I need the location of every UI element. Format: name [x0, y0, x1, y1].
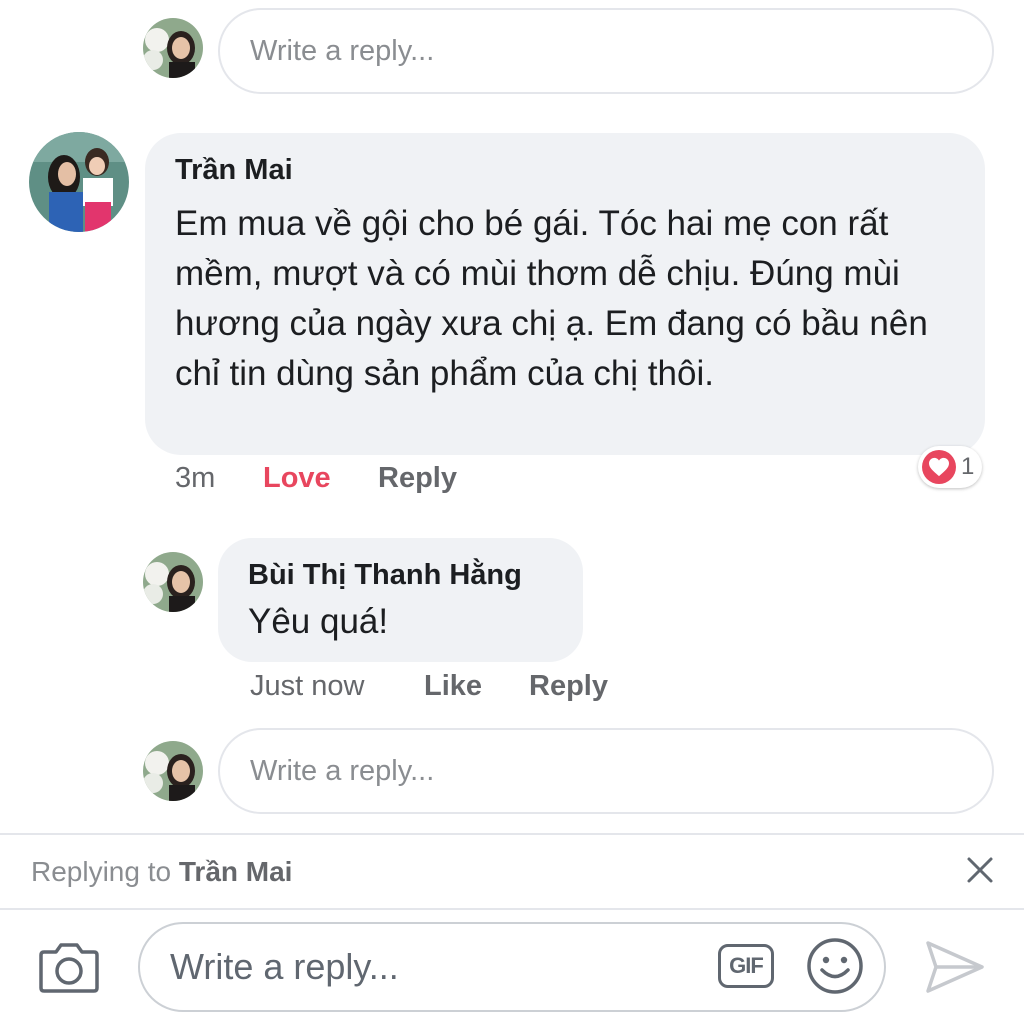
- reply-text: Yêu quá!: [248, 602, 389, 641]
- divider: [0, 908, 1024, 910]
- divider: [0, 833, 1024, 835]
- reply-like-button[interactable]: Like: [424, 670, 482, 703]
- camera-icon[interactable]: [38, 940, 100, 994]
- replying-to-prefix: Replying to: [31, 856, 172, 887]
- reply-reply-button[interactable]: Reply: [529, 670, 608, 703]
- reply-time: Just now: [250, 670, 365, 702]
- reply-input-placeholder: Write a reply...: [250, 34, 435, 67]
- avatar-photo: [29, 132, 129, 232]
- reply-author[interactable]: Bùi Thị Thanh Hằng: [248, 558, 553, 592]
- reaction-count: 1: [961, 453, 975, 480]
- current-user-avatar: [143, 741, 203, 801]
- send-icon[interactable]: [924, 938, 986, 996]
- gif-icon[interactable]: GIF: [718, 944, 774, 988]
- reaction-summary[interactable]: 1: [918, 446, 983, 488]
- reply-input-bottom[interactable]: Write a reply...: [218, 728, 994, 814]
- comment-reply-button[interactable]: Reply: [378, 462, 457, 495]
- replying-to-label: Replying to Trần Mai: [31, 856, 292, 888]
- avatar-photo: [143, 18, 203, 78]
- comment-bubble: Trần Mai Em mua về gội cho bé gái. Tóc h…: [145, 133, 985, 455]
- reply-input-top[interactable]: Write a reply...: [218, 8, 994, 94]
- comment-author[interactable]: Trần Mai: [175, 153, 955, 187]
- reply-input-placeholder: Write a reply...: [250, 754, 435, 787]
- commenter-avatar[interactable]: [29, 132, 129, 232]
- comment-text: Em mua về gội cho bé gái. Tóc hai mẹ con…: [175, 204, 928, 393]
- avatar-photo: [143, 741, 203, 801]
- love-reaction-button[interactable]: Love: [263, 462, 331, 495]
- replying-to-name: Trần Mai: [178, 856, 293, 887]
- gif-label: GIF: [729, 953, 764, 978]
- avatar-photo: [143, 552, 203, 612]
- composer-placeholder: Write a reply...: [170, 946, 399, 987]
- reply-author-avatar[interactable]: [143, 552, 203, 612]
- emoji-icon[interactable]: [806, 937, 864, 995]
- reply-bubble: Bùi Thị Thanh Hằng Yêu quá!: [218, 538, 583, 662]
- current-user-avatar: [143, 18, 203, 78]
- comment-time: 3m: [175, 462, 216, 494]
- heart-icon: [922, 450, 956, 484]
- close-icon[interactable]: [965, 855, 995, 885]
